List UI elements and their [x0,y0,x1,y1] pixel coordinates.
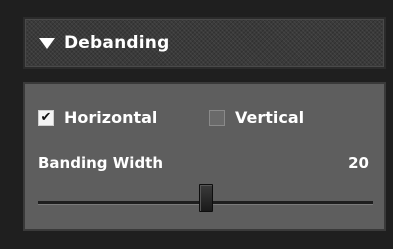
banding-width-label: Banding Width [38,154,164,172]
banding-width-value: 20 [348,154,369,172]
debanding-window: Debanding ✔ Horizontal Vertical Banding … [0,0,393,249]
horizontal-option[interactable]: ✔ Horizontal [38,108,157,127]
debanding-section-header[interactable]: Debanding [23,17,386,69]
vertical-checkbox[interactable] [209,109,225,126]
triangle-down-icon[interactable] [39,37,55,49]
horizontal-label[interactable]: Horizontal [64,108,157,127]
vertical-label[interactable]: Vertical [235,108,304,127]
section-title: Debanding [64,33,170,53]
banding-width-slider-thumb[interactable] [198,184,213,212]
checkmark-icon: ✔ [40,110,52,125]
debanding-panel: ✔ Horizontal Vertical Banding Width 20 [23,82,386,231]
vertical-option[interactable]: Vertical [209,108,304,127]
horizontal-checkbox[interactable]: ✔ [38,109,54,126]
